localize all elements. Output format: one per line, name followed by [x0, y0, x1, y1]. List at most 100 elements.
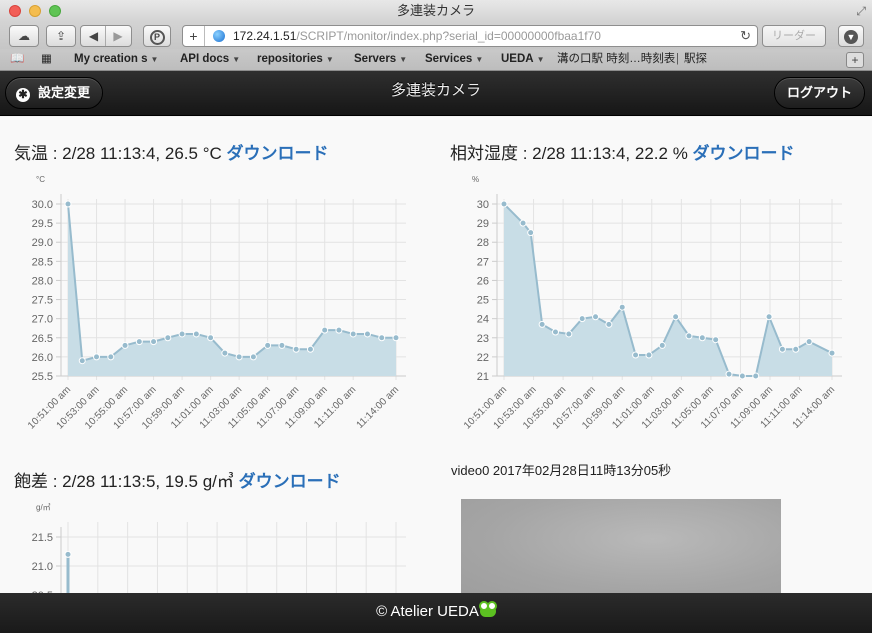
- saturation-chart: g/㎥21.521.020.520.0: [32, 503, 406, 593]
- y-tick-label: 29: [477, 218, 489, 230]
- forward-arrow-icon[interactable]: ▶: [106, 26, 130, 46]
- y-tick-label: 28: [477, 237, 489, 249]
- data-point: [135, 338, 143, 346]
- frog-logo-icon: [478, 601, 497, 617]
- bookmark-label: API docs: [180, 53, 230, 65]
- data-point: [645, 351, 653, 359]
- bookmark-label: UEDA: [501, 53, 534, 65]
- bookmark-item[interactable]: My creation s ▼: [74, 49, 158, 70]
- data-point: [725, 370, 733, 378]
- url-text: 172.24.1.51/SCRIPT/monitor/index.php?ser…: [233, 26, 601, 46]
- bookmark-item[interactable]: UEDA ▼: [501, 49, 545, 70]
- x-tick-label: 11:14:00 am: [355, 384, 402, 431]
- data-point: [738, 372, 746, 380]
- pinterest-button[interactable]: P: [143, 25, 171, 47]
- new-tab-button[interactable]: +: [846, 52, 864, 68]
- saturation-download-link[interactable]: ダウンロード: [239, 472, 341, 491]
- data-point: [658, 341, 666, 349]
- bookmark-item[interactable]: 駅探: [684, 49, 707, 70]
- y-tick-label: 21: [477, 371, 489, 383]
- browser-toolbar: ☁ ⇪ ◀ ▶ P + 172.24.1.51/SCRIPT/monitor/in…: [0, 22, 872, 49]
- data-point: [392, 334, 400, 342]
- data-point: [235, 353, 243, 361]
- data-point: [363, 330, 371, 338]
- y-tick-label: 26.5: [32, 333, 53, 345]
- gear-icon: ✱: [16, 88, 30, 102]
- share-icon: ⇪: [55, 29, 67, 43]
- data-point: [519, 219, 527, 227]
- data-point: [565, 330, 573, 338]
- minimize-window-button[interactable]: [29, 5, 41, 17]
- data-point: [93, 353, 101, 361]
- y-tick-label: 25: [477, 295, 489, 307]
- data-point: [178, 330, 186, 338]
- data-point: [107, 353, 115, 361]
- settings-label: 設定変更: [38, 85, 91, 100]
- settings-button[interactable]: ✱ 設定変更: [5, 77, 104, 109]
- bookmark-label: repositories: [257, 53, 323, 65]
- reload-icon[interactable]: ↻: [740, 26, 751, 46]
- data-point: [306, 345, 314, 353]
- data-point: [672, 313, 680, 321]
- temperature-reading: 気温 : 2/28 11:13:4, 26.5 °C: [14, 144, 222, 163]
- logout-button[interactable]: ログアウト: [773, 77, 865, 109]
- window-title: 多連装カメラ: [396, 3, 475, 18]
- add-bookmark-icon[interactable]: +: [183, 26, 205, 46]
- y-tick-label: 30.0: [32, 199, 53, 211]
- url-host: 172.24.1.51: [233, 29, 297, 43]
- y-tick-label: 29.0: [32, 237, 53, 249]
- fullscreen-icon[interactable]: ⤢: [856, 4, 866, 19]
- y-tick-label: 24: [477, 314, 489, 326]
- bookmark-label: Services: [425, 53, 473, 65]
- bookmark-label: My creation s: [74, 53, 148, 65]
- reader-button[interactable]: リーダー: [762, 25, 826, 47]
- app-header: 多連装カメラ ✱ 設定変更 ログアウト: [0, 71, 872, 116]
- data-point: [712, 336, 720, 344]
- y-tick-label: 26: [477, 275, 489, 287]
- humidity-heading: 相対湿度 : 2/28 11:13:4, 22.2 % ダウンロード: [450, 139, 795, 164]
- data-point: [792, 345, 800, 353]
- downloads-button[interactable]: ▼: [838, 25, 864, 47]
- back-arrow-icon[interactable]: ◀: [82, 26, 106, 46]
- icloud-tabs-button[interactable]: ☁: [9, 25, 39, 47]
- share-button[interactable]: ⇪: [46, 25, 76, 47]
- address-bar[interactable]: + 172.24.1.51/SCRIPT/monitor/index.php?s…: [182, 25, 758, 47]
- data-point: [605, 320, 613, 328]
- saturation-heading: 飽差 : 2/28 11:13:5, 19.5 g/㎥ ダウンロード: [14, 467, 341, 492]
- page-title: 多連装カメラ: [390, 82, 481, 99]
- chevron-down-icon: ▼: [325, 55, 334, 64]
- y-tick-label: 26.0: [32, 352, 53, 364]
- data-point: [335, 326, 343, 334]
- data-point: [538, 320, 546, 328]
- data-point: [500, 200, 508, 208]
- humidity-download-link[interactable]: ダウンロード: [693, 144, 795, 163]
- chevron-down-icon: ▼: [150, 55, 159, 64]
- y-tick-label: 22: [477, 352, 489, 364]
- reading-list-icon[interactable]: 📖: [10, 49, 24, 70]
- footer-text: © Atelier UEDA: [376, 603, 479, 620]
- y-tick-label: 27: [477, 256, 489, 268]
- bookmark-item[interactable]: Services ▼: [425, 49, 483, 70]
- bookmark-item[interactable]: 溝の口駅 時刻…時刻表: [557, 49, 675, 70]
- data-point: [78, 357, 86, 365]
- bookmark-item[interactable]: repositories ▼: [257, 49, 334, 70]
- saturation-reading: 飽差 : 2/28 11:13:5, 19.5 g/㎥: [14, 472, 234, 491]
- data-point: [349, 330, 357, 338]
- data-point: [192, 330, 200, 338]
- bookmark-item[interactable]: API docs ▼: [180, 49, 240, 70]
- data-point: [64, 550, 72, 558]
- data-point: [278, 341, 286, 349]
- temperature-download-link[interactable]: ダウンロード: [227, 144, 329, 163]
- data-point: [378, 334, 386, 342]
- zoom-window-button[interactable]: [49, 5, 61, 17]
- data-point: [221, 349, 229, 357]
- data-point: [778, 345, 786, 353]
- close-window-button[interactable]: [9, 5, 21, 17]
- y-tick-label: 27.5: [32, 295, 53, 307]
- data-point: [527, 229, 535, 237]
- bookmark-item[interactable]: Servers ▼: [354, 49, 407, 70]
- top-sites-grid-icon[interactable]: ▦: [41, 49, 52, 70]
- unit-label: g/㎥: [36, 503, 51, 512]
- video-timestamp: video0 2017年02月28日11時13分05秒: [451, 463, 672, 478]
- pinterest-icon: P: [149, 30, 165, 45]
